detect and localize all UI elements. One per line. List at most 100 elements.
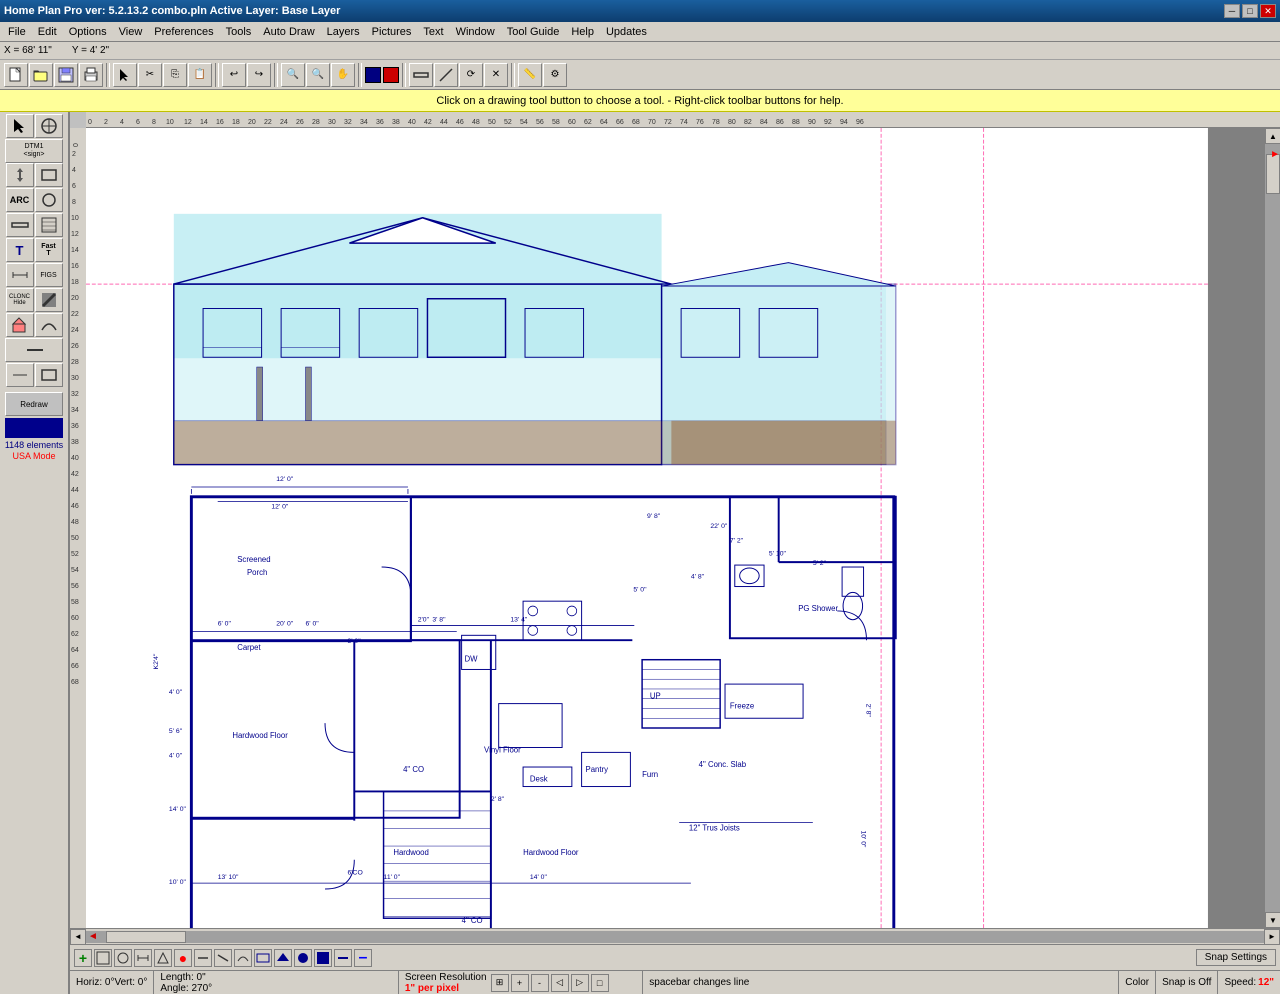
zoom-out-status-button[interactable]: - bbox=[531, 974, 549, 992]
maximize-button[interactable]: □ bbox=[1242, 4, 1258, 18]
zoom-fit-button[interactable]: ⊞ bbox=[491, 974, 509, 992]
color-status[interactable]: Color bbox=[1119, 971, 1156, 994]
zoom-in-status-button[interactable]: + bbox=[511, 974, 529, 992]
symbol-tool[interactable]: FIGS bbox=[35, 263, 63, 287]
svg-text:46: 46 bbox=[456, 119, 464, 126]
bt-tool-10[interactable] bbox=[294, 949, 312, 967]
settings-button[interactable]: ⚙ bbox=[543, 63, 567, 87]
minimize-button[interactable]: ─ bbox=[1224, 4, 1240, 18]
line-button[interactable] bbox=[434, 63, 458, 87]
hatch-tool[interactable] bbox=[35, 213, 63, 237]
menu-help[interactable]: Help bbox=[565, 24, 600, 40]
scroll-left-button[interactable]: ◄ bbox=[70, 929, 86, 945]
paste-button[interactable]: 📋 bbox=[188, 63, 212, 87]
scroll-up-button[interactable]: ▲ bbox=[1265, 128, 1280, 144]
scroll-track[interactable]: ► bbox=[1265, 144, 1280, 912]
rotate-button[interactable]: ⟳ bbox=[459, 63, 483, 87]
rect-tool[interactable] bbox=[35, 163, 63, 187]
drawing-canvas[interactable]: Screened Porch 12' 0" Hardwood Floor bbox=[86, 128, 1264, 928]
new-button[interactable] bbox=[4, 63, 28, 87]
menu-edit[interactable]: Edit bbox=[32, 24, 63, 40]
fast-text-tool[interactable]: FastT bbox=[35, 238, 63, 262]
arc-tool[interactable]: ARC bbox=[6, 188, 34, 212]
rect2-tool[interactable] bbox=[35, 363, 63, 387]
line-thin-tool[interactable] bbox=[6, 363, 34, 387]
wall-button[interactable] bbox=[409, 63, 433, 87]
redo-button[interactable]: ↪ bbox=[247, 63, 271, 87]
horizontal-scrollbar[interactable]: ◄ ◄ ► bbox=[70, 928, 1280, 944]
fill-tool[interactable] bbox=[35, 288, 63, 312]
zoom-prev-button[interactable]: ◁ bbox=[551, 974, 569, 992]
text-tool[interactable]: T bbox=[6, 238, 34, 262]
bt-tool-2[interactable] bbox=[114, 949, 132, 967]
bt-tool-6[interactable] bbox=[214, 949, 232, 967]
redraw-button[interactable]: Redraw bbox=[5, 392, 63, 416]
undo-button[interactable]: ↩ bbox=[222, 63, 246, 87]
svg-text:34: 34 bbox=[71, 407, 79, 414]
menu-layers[interactable]: Layers bbox=[321, 24, 366, 40]
menu-toolguide[interactable]: Tool Guide bbox=[501, 24, 566, 40]
select-tool[interactable] bbox=[6, 114, 34, 138]
print-button[interactable] bbox=[79, 63, 103, 87]
menu-file[interactable]: File bbox=[2, 24, 32, 40]
bt-tool-3[interactable] bbox=[134, 949, 152, 967]
select-button[interactable] bbox=[113, 63, 137, 87]
snap-settings-button[interactable]: Snap Settings bbox=[1196, 949, 1276, 966]
line-color-box[interactable] bbox=[383, 67, 399, 83]
menu-preferences[interactable]: Preferences bbox=[148, 24, 219, 40]
svg-text:Hardwood Floor: Hardwood Floor bbox=[523, 848, 579, 857]
vertical-scrollbar[interactable]: ▲ ► ▼ bbox=[1264, 128, 1280, 928]
menu-autodraw[interactable]: Auto Draw bbox=[257, 24, 320, 40]
zoom-window-button[interactable]: □ bbox=[591, 974, 609, 992]
bt-tool-7[interactable] bbox=[234, 949, 252, 967]
move-tool[interactable] bbox=[6, 163, 34, 187]
scroll-right-button[interactable]: ► bbox=[1264, 929, 1280, 945]
line-style-tool[interactable] bbox=[5, 338, 63, 362]
bt-tool-4[interactable] bbox=[154, 949, 172, 967]
circle-tool[interactable] bbox=[35, 188, 63, 212]
delete-button[interactable]: ✕ bbox=[484, 63, 508, 87]
scroll-down-button[interactable]: ▼ bbox=[1265, 912, 1280, 928]
wall-tool[interactable] bbox=[6, 213, 34, 237]
close-button[interactable]: ✕ bbox=[1260, 4, 1276, 18]
save-button[interactable] bbox=[54, 63, 78, 87]
copy-button[interactable]: ⎘ bbox=[163, 63, 187, 87]
lt-row-2 bbox=[6, 163, 63, 187]
fill-color-box[interactable] bbox=[365, 67, 381, 83]
dim-tool[interactable] bbox=[6, 263, 34, 287]
scroll-thumb[interactable] bbox=[1266, 154, 1280, 194]
menu-updates[interactable]: Updates bbox=[600, 24, 653, 40]
measure-button[interactable]: 📏 bbox=[518, 63, 542, 87]
menu-pictures[interactable]: Pictures bbox=[366, 24, 418, 40]
zoom-in-button[interactable]: 🔍 bbox=[281, 63, 305, 87]
menu-view[interactable]: View bbox=[113, 24, 149, 40]
curve-tool[interactable] bbox=[35, 313, 63, 337]
bt-tool-5[interactable] bbox=[194, 949, 212, 967]
erase-tool[interactable] bbox=[6, 313, 34, 337]
add-button[interactable]: + bbox=[74, 949, 92, 967]
pan-button[interactable]: ✋ bbox=[331, 63, 355, 87]
toolbar-separator-1 bbox=[106, 63, 110, 87]
menu-text[interactable]: Text bbox=[417, 24, 449, 40]
svg-text:56: 56 bbox=[71, 583, 79, 590]
bt-tool-1[interactable] bbox=[94, 949, 112, 967]
bt-tool-8[interactable] bbox=[254, 949, 272, 967]
dtm-tool[interactable]: DTM1<sign> bbox=[5, 139, 63, 163]
cut-button[interactable]: ✂ bbox=[138, 63, 162, 87]
zoom-next-button[interactable]: ▷ bbox=[571, 974, 589, 992]
menu-tools[interactable]: Tools bbox=[220, 24, 258, 40]
bt-tool-11[interactable] bbox=[314, 949, 332, 967]
menu-window[interactable]: Window bbox=[450, 24, 501, 40]
menu-options[interactable]: Options bbox=[63, 24, 113, 40]
bt-tool-12[interactable] bbox=[334, 949, 352, 967]
pan-tool[interactable] bbox=[35, 114, 63, 138]
svg-text:4: 4 bbox=[72, 167, 76, 174]
bt-circle-red[interactable]: ● bbox=[174, 949, 192, 967]
bt-tool-9[interactable] bbox=[274, 949, 292, 967]
open-button[interactable] bbox=[29, 63, 53, 87]
bt-minus[interactable]: – bbox=[354, 949, 372, 967]
usa-mode[interactable]: USA Mode bbox=[9, 450, 58, 462]
color-swatch[interactable] bbox=[5, 418, 63, 438]
clone-tool[interactable]: CLONCHide bbox=[6, 288, 34, 312]
zoom-out-button[interactable]: 🔍 bbox=[306, 63, 330, 87]
